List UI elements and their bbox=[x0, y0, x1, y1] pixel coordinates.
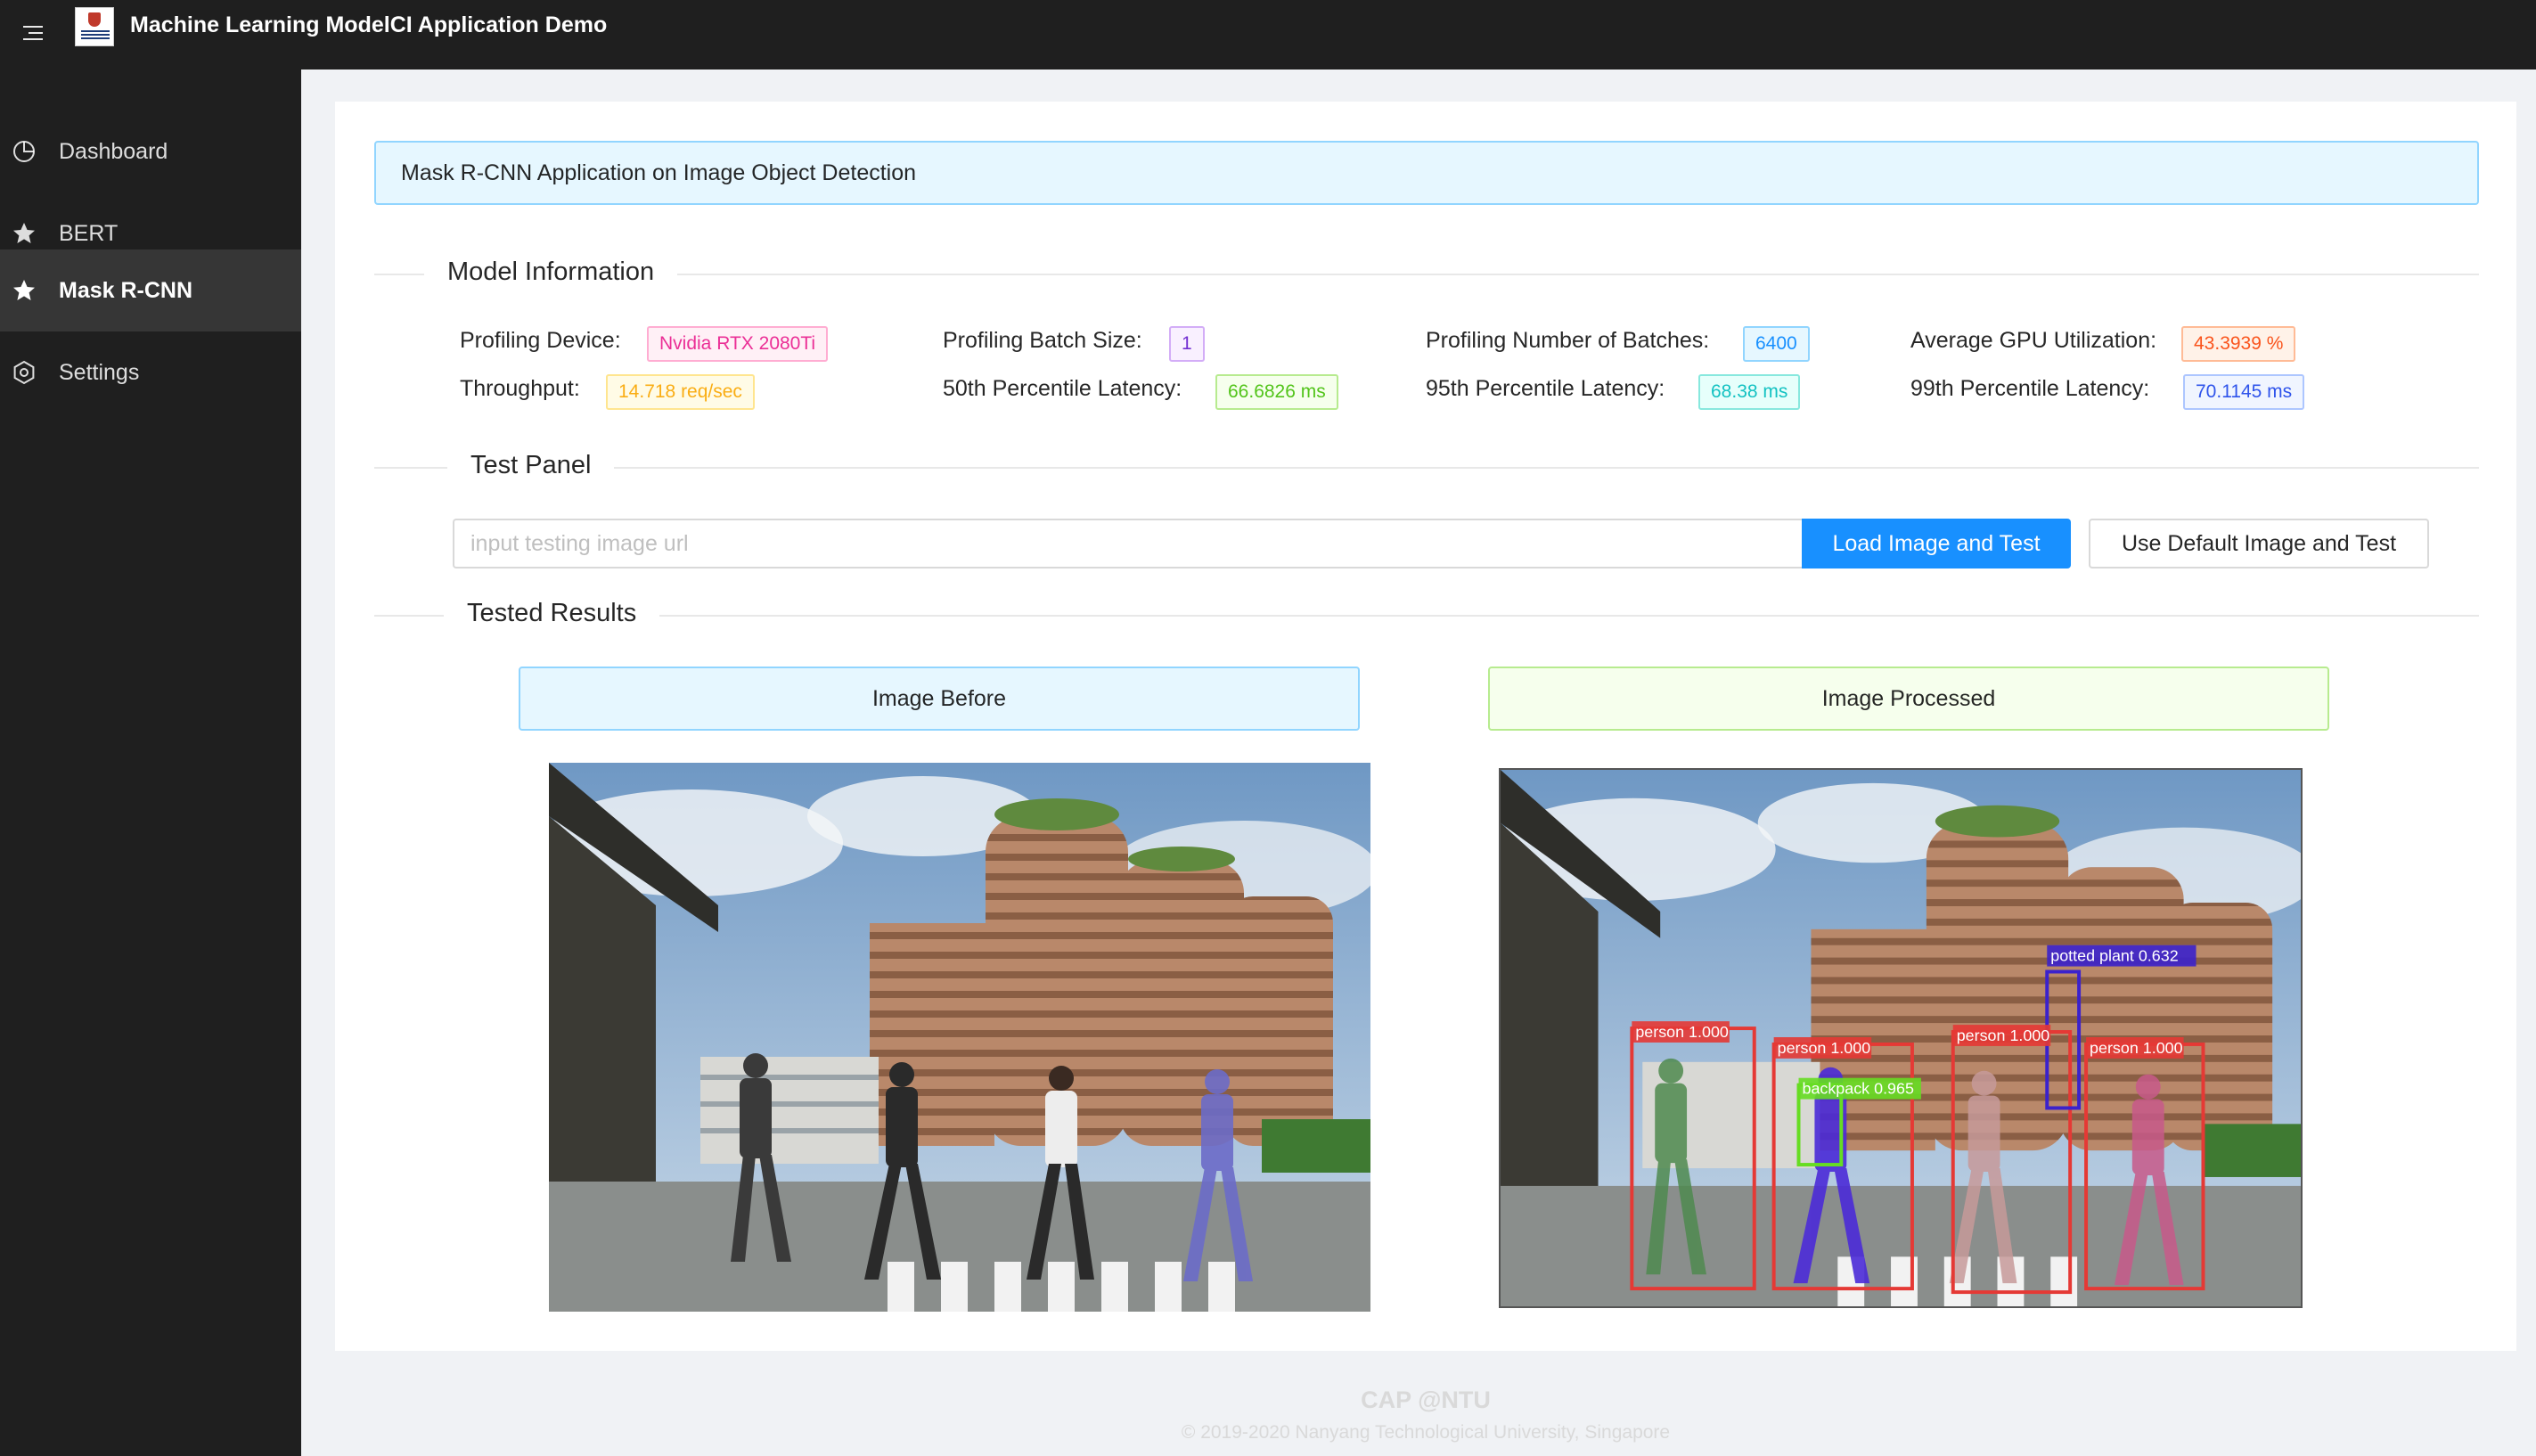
page-alert: Mask R-CNN Application on Image Object D… bbox=[374, 141, 2479, 205]
section-title-model-information: Model Information bbox=[424, 258, 678, 287]
app-title: Machine Learning ModelCI Application Dem… bbox=[130, 12, 608, 37]
p95-latency-label: 95th Percentile Latency: bbox=[1426, 376, 1665, 401]
detection-label: backpack 0.965 bbox=[1802, 1080, 1914, 1098]
detection-label: person 1.000 bbox=[1957, 1027, 2050, 1044]
university-logo bbox=[75, 7, 114, 46]
divider-test-panel bbox=[374, 467, 2479, 469]
sidebar-item-label: BERT bbox=[59, 220, 119, 246]
batch-size-tag: 1 bbox=[1169, 326, 1205, 362]
divider-tested-results bbox=[374, 615, 2479, 617]
gpu-utilization-tag: 43.3939 % bbox=[2181, 326, 2296, 362]
image-url-input[interactable] bbox=[453, 519, 1802, 568]
p50-latency-tag: 66.6826 ms bbox=[1215, 374, 1338, 410]
star-icon bbox=[13, 223, 35, 243]
sidebar-item-dashboard[interactable]: Dashboard bbox=[0, 110, 301, 192]
pie-chart-icon bbox=[13, 141, 35, 162]
menu-fold-icon[interactable] bbox=[18, 18, 48, 48]
main-content: Mask R-CNN Application on Image Object D… bbox=[335, 102, 2516, 1351]
sidebar-item-label: Mask R-CNN bbox=[59, 277, 193, 303]
divider-model-information bbox=[374, 274, 2479, 275]
p95-latency-tag: 68.38 ms bbox=[1698, 374, 1801, 410]
profiling-device-tag: Nvidia RTX 2080Ti bbox=[647, 326, 829, 362]
top-bar: Machine Learning ModelCI Application Dem… bbox=[0, 0, 2536, 70]
gpu-utilization-label: Average GPU Utilization: bbox=[1910, 328, 2157, 353]
number-of-batches-label: Profiling Number of Batches: bbox=[1426, 328, 1710, 353]
throughput-label: Throughput: bbox=[460, 376, 580, 401]
star-icon bbox=[13, 280, 35, 300]
image-processed: person 1.000 person 1.000 backpack 0.965… bbox=[1499, 768, 2303, 1308]
use-default-image-and-test-button[interactable]: Use Default Image and Test bbox=[2089, 519, 2429, 568]
detection-label: person 1.000 bbox=[1635, 1023, 1729, 1041]
setting-icon bbox=[13, 360, 35, 385]
image-before-header: Image Before bbox=[519, 667, 1360, 731]
sidebar-item-label: Settings bbox=[59, 359, 140, 385]
sidebar-item-settings[interactable]: Settings bbox=[0, 331, 301, 413]
image-before bbox=[549, 763, 1370, 1312]
section-title-tested-results: Tested Results bbox=[444, 599, 660, 628]
sidebar-item-mask-rcnn[interactable]: Mask R-CNN bbox=[0, 249, 301, 331]
p99-latency-tag: 70.1145 ms bbox=[2183, 374, 2305, 410]
p50-latency-label: 50th Percentile Latency: bbox=[943, 376, 1182, 401]
footer-copyright: © 2019-2020 Nanyang Technological Univer… bbox=[1181, 1422, 1671, 1443]
throughput-tag: 14.718 req/sec bbox=[606, 374, 755, 410]
p99-latency-label: 99th Percentile Latency: bbox=[1910, 376, 2150, 401]
detection-label: person 1.000 bbox=[1778, 1039, 1871, 1057]
profiling-device-label: Profiling Device: bbox=[460, 328, 621, 353]
image-processed-header: Image Processed bbox=[1488, 667, 2329, 731]
batch-size-label: Profiling Batch Size: bbox=[943, 328, 1142, 353]
number-of-batches-tag: 6400 bbox=[1743, 326, 1810, 362]
load-image-and-test-button[interactable]: Load Image and Test bbox=[1802, 519, 2071, 568]
sidebar: Dashboard BERT Mask R-CNN Settings bbox=[0, 70, 301, 1456]
detection-label: potted plant 0.632 bbox=[2050, 947, 2178, 965]
sidebar-item-label: Dashboard bbox=[59, 138, 168, 164]
footer-brand: CAP @NTU bbox=[1361, 1386, 1491, 1413]
detection-label: person 1.000 bbox=[2090, 1039, 2183, 1057]
section-title-test-panel: Test Panel bbox=[447, 451, 615, 480]
